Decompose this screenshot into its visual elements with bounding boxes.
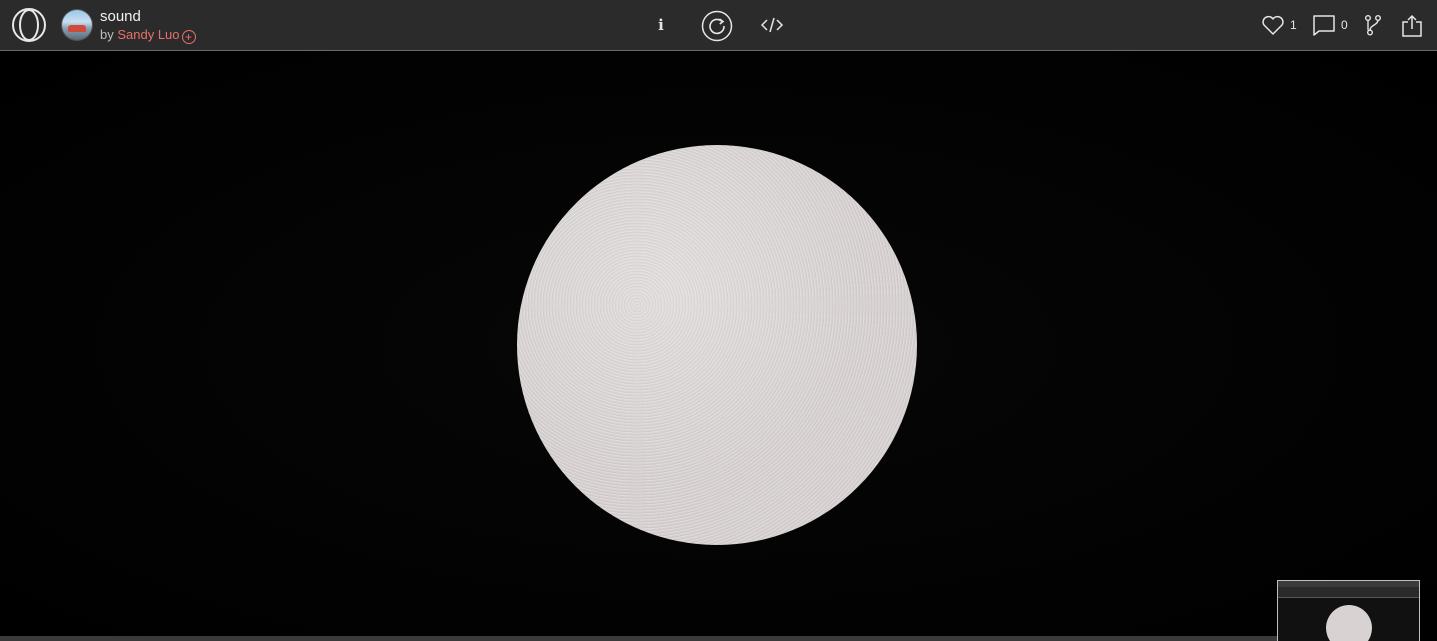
- noise-circle: [517, 145, 917, 545]
- comment-button[interactable]: 0: [1312, 14, 1348, 36]
- sketch-title: sound: [100, 8, 141, 25]
- author-link[interactable]: Sandy Luo: [117, 27, 179, 42]
- sketch-canvas[interactable]: [0, 52, 1437, 641]
- screen-capture-thumbnail[interactable]: [1277, 580, 1420, 641]
- heart-icon: [1262, 15, 1284, 35]
- logo-icon[interactable]: [11, 8, 47, 42]
- follow-icon[interactable]: +: [181, 30, 196, 44]
- like-button[interactable]: 1: [1261, 14, 1297, 36]
- bottom-scroll-strip: [0, 636, 1277, 641]
- top-bar: sound by Sandy Luo + i 1 0: [0, 0, 1437, 51]
- code-icon[interactable]: [760, 15, 784, 35]
- author-avatar[interactable]: [62, 10, 92, 40]
- by-label: by: [100, 27, 114, 42]
- share-icon[interactable]: [1400, 14, 1424, 38]
- info-button[interactable]: i: [650, 14, 672, 36]
- replay-icon[interactable]: [701, 10, 733, 42]
- fork-icon[interactable]: [1363, 14, 1383, 36]
- comment-icon: [1313, 15, 1335, 36]
- like-count: 1: [1290, 18, 1297, 32]
- byline: by Sandy Luo +: [100, 27, 196, 44]
- comment-count: 0: [1341, 18, 1348, 32]
